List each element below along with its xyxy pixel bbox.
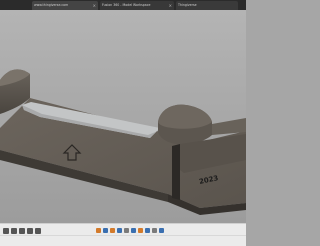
design-timeline	[0, 223, 246, 246]
browser-tab-1[interactable]: www.thingiverse.com ×	[32, 1, 98, 10]
timeline-feature[interactable]	[117, 228, 122, 233]
browser-tab-1-label: www.thingiverse.com	[34, 3, 69, 7]
previous-icon[interactable]	[11, 228, 17, 234]
timeline-feature[interactable]	[124, 228, 129, 233]
next-icon[interactable]	[27, 228, 33, 234]
browser-tab-bar: www.thingiverse.com × Fusion 360 - Model…	[0, 0, 246, 10]
timeline-feature[interactable]	[110, 228, 115, 233]
play-icon[interactable]	[19, 228, 25, 234]
close-icon[interactable]: ×	[93, 1, 96, 10]
timeline-feature[interactable]	[131, 228, 136, 233]
close-icon[interactable]: ×	[169, 1, 172, 10]
timeline-feature[interactable]	[152, 228, 157, 233]
model-canvas[interactable]	[0, 10, 246, 223]
timeline-feature[interactable]	[103, 228, 108, 233]
browser-tab-3[interactable]: Thingiverse	[176, 1, 238, 10]
browser-tab-2-label: Fusion 360 - Model Workspace	[102, 3, 151, 7]
timeline-feature[interactable]	[159, 228, 164, 233]
browser-tab-2[interactable]: Fusion 360 - Model Workspace ×	[100, 1, 174, 10]
timeline-feature[interactable]	[96, 228, 101, 233]
last-icon[interactable]	[35, 228, 41, 234]
timeline-feature[interactable]	[145, 228, 150, 233]
slot-wall	[172, 144, 180, 200]
timeline-feature[interactable]	[138, 228, 143, 233]
first-icon[interactable]	[3, 228, 9, 234]
timeline-divider	[0, 235, 246, 236]
browser-tab-3-label: Thingiverse	[178, 3, 197, 7]
model-viewport[interactable]: 2023	[0, 10, 246, 223]
